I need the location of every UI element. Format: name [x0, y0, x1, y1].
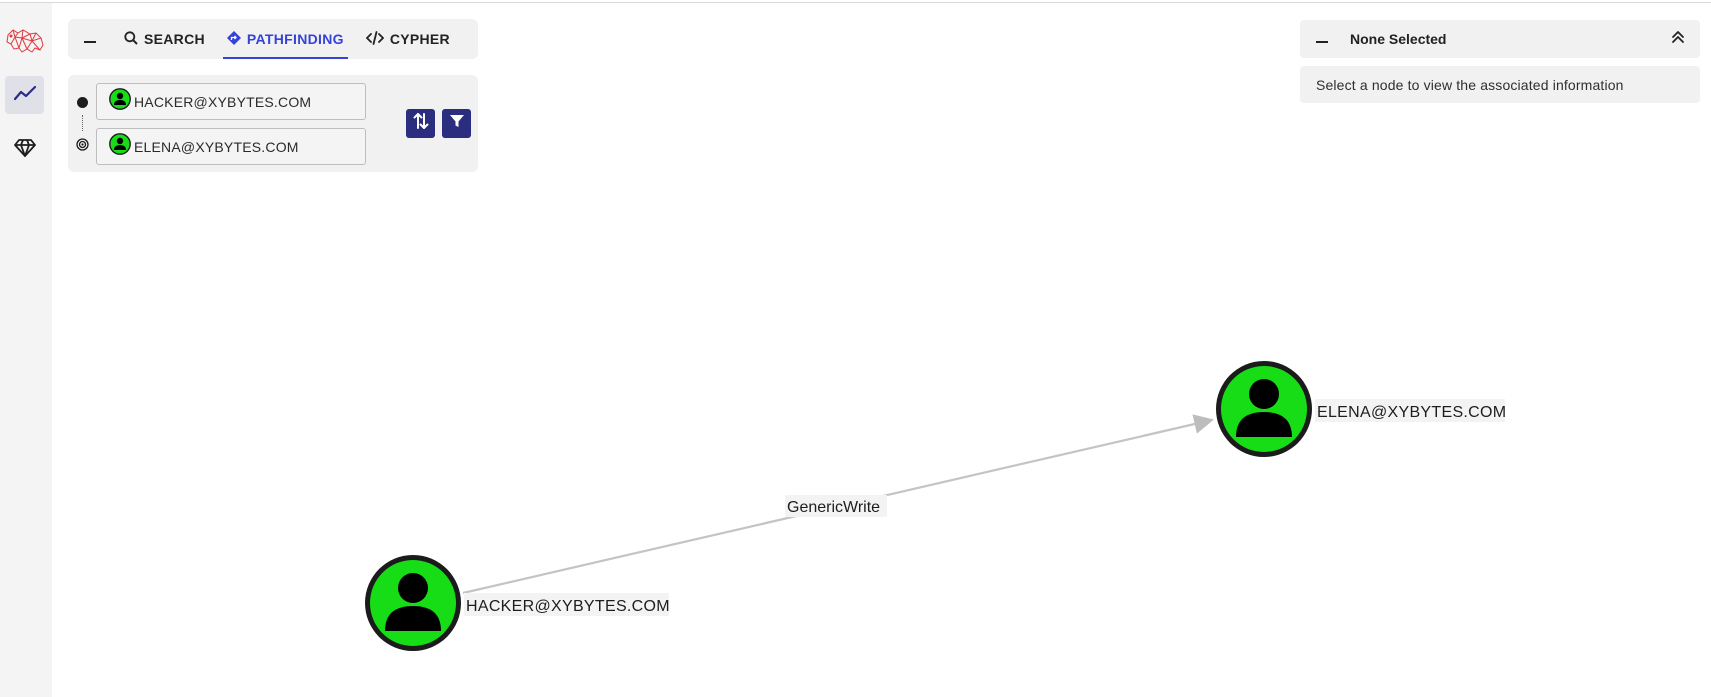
- tab-cypher[interactable]: CYPHER: [362, 19, 454, 59]
- collapse-info-button[interactable]: [1300, 20, 1344, 58]
- top-border: [0, 2, 1711, 3]
- edge-label[interactable]: GenericWrite: [787, 499, 880, 516]
- minus-icon: [84, 30, 96, 48]
- chevrons-up-icon: [1671, 30, 1685, 49]
- group-management-nav-button[interactable]: [5, 131, 44, 169]
- filter-icon: [449, 113, 465, 134]
- bloodhound-logo-icon[interactable]: [5, 21, 45, 61]
- edge-filter-button[interactable]: [442, 109, 471, 138]
- graph-node-hacker[interactable]: HACKER@XYBYTES.COM: [365, 555, 670, 651]
- graph-canvas[interactable]: GenericWrite HACKER@XYBYTES.COM ELENA@XY…: [52, 175, 1711, 697]
- search-icon: [124, 30, 138, 48]
- node-label: ELENA@XYBYTES.COM: [1317, 404, 1506, 421]
- tab-pathfinding[interactable]: PATHFINDING: [222, 19, 348, 59]
- tab-label: PATHFINDING: [246, 31, 344, 47]
- chart-line-icon: [13, 85, 36, 106]
- target-node-marker-icon: [76, 138, 89, 151]
- start-node-marker: [77, 97, 88, 108]
- graph-node-elena[interactable]: ELENA@XYBYTES.COM: [1216, 361, 1506, 457]
- entity-info-message: Select a node to view the associated inf…: [1300, 66, 1700, 103]
- explore-tabs-card: SEARCH PATHFINDING CYPHER: [68, 19, 478, 59]
- pathfinding-card: HACKER@XYBYTES.COM ELENA@XYBYTES.COM: [68, 75, 478, 172]
- code-icon: [365, 30, 385, 48]
- collapse-search-button[interactable]: [68, 19, 112, 59]
- swap-nodes-button[interactable]: [406, 109, 435, 138]
- path-connector: [82, 115, 83, 131]
- start-node-value: HACKER@XYBYTES.COM: [134, 93, 312, 110]
- entity-info-header: None Selected: [1300, 20, 1700, 58]
- end-node-input[interactable]: ELENA@XYBYTES.COM: [96, 128, 366, 165]
- pathfinding-icon: [226, 30, 241, 48]
- node-label: HACKER@XYBYTES.COM: [466, 598, 670, 615]
- expand-info-button[interactable]: [1664, 25, 1692, 53]
- end-node-value: ELENA@XYBYTES.COM: [134, 138, 299, 155]
- explore-nav-button[interactable]: [5, 76, 44, 114]
- tab-label: CYPHER: [389, 31, 450, 47]
- entity-info-title: None Selected: [1350, 31, 1447, 47]
- user-icon: [109, 88, 131, 115]
- left-nav-rail: [0, 3, 52, 697]
- user-icon: [109, 133, 131, 160]
- gem-icon: [13, 138, 36, 163]
- swap-arrows-icon: [413, 112, 429, 135]
- minus-icon: [1316, 30, 1328, 48]
- start-node-input[interactable]: HACKER@XYBYTES.COM: [96, 83, 366, 120]
- tab-search[interactable]: SEARCH: [120, 19, 209, 59]
- tab-label: SEARCH: [144, 31, 205, 47]
